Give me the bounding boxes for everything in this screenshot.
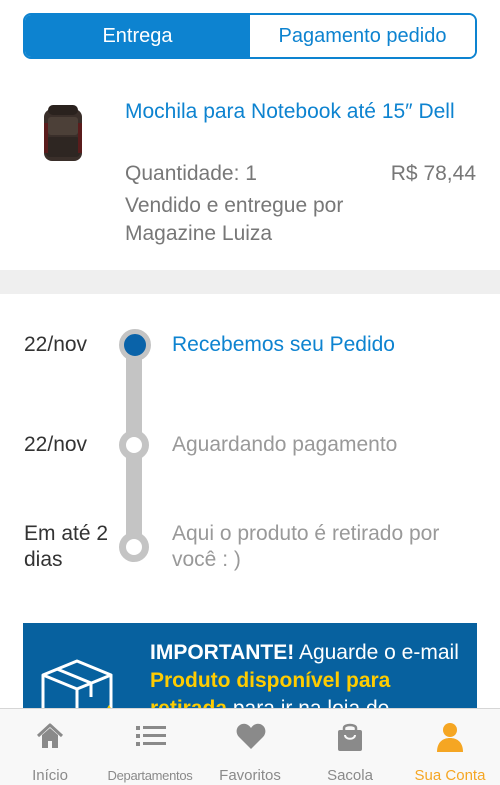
delivery-timeline: 22/nov Recebemos seu Pedido 22/nov Aguar… <box>0 294 500 624</box>
timeline-date: Em até 2 dias <box>24 522 109 571</box>
nav-label: Sua Conta <box>414 767 486 784</box>
bag-icon <box>338 723 362 751</box>
timeline-dot-done <box>119 329 151 361</box>
nav-favoritos[interactable]: Favoritos <box>200 709 300 785</box>
home-icon <box>36 723 64 748</box>
nav-label: Favoritos <box>219 767 281 784</box>
product-thumbnail[interactable] <box>38 103 88 165</box>
timeline-dot-pending <box>119 430 149 460</box>
timeline-date: 22/nov <box>24 433 88 456</box>
list-icon <box>136 726 166 746</box>
tab-pagamento-pedido[interactable]: Pagamento pedido <box>250 15 475 57</box>
order-tabs: Entrega Pagamento pedido <box>23 13 477 59</box>
timeline-date: 22/nov <box>24 333 88 356</box>
nav-sacola[interactable]: Sacola <box>300 709 400 785</box>
product-price: R$ 78,44 <box>390 162 476 185</box>
timeline-dot-pending <box>119 532 149 562</box>
tab-entrega[interactable]: Entrega <box>25 15 250 57</box>
bottom-nav: Início Departamentos Favoritos Sacola Su… <box>0 708 500 785</box>
banner-text-before: Aguarde o e-mail <box>294 641 459 664</box>
banner-important: IMPORTANTE! <box>150 641 295 664</box>
product-seller: Vendido e entregue por Magazine Luiza <box>125 194 344 245</box>
nav-label: Departamentos <box>107 768 193 783</box>
heart-icon <box>236 723 266 749</box>
product-card: Mochila para Notebook até 15″ Dell Quant… <box>0 80 500 270</box>
nav-departamentos[interactable]: Departamentos <box>100 709 200 785</box>
nav-label: Sacola <box>327 767 373 784</box>
timeline-label: Recebemos seu Pedido <box>172 333 395 356</box>
product-quantity: Quantidade: 1 <box>125 162 257 185</box>
nav-label: Início <box>32 767 68 784</box>
important-banner: IMPORTANTE! Aguarde o e-mail Produto dis… <box>23 623 477 713</box>
user-icon <box>437 723 463 752</box>
timeline-label: Aguardando pagamento <box>172 433 398 456</box>
nav-sua-conta[interactable]: Sua Conta <box>400 709 500 785</box>
banner-message: IMPORTANTE! Aguarde o e-mail Produto dis… <box>150 639 470 713</box>
package-icon <box>41 659 114 713</box>
timeline-label: Aqui o produto é retirado por você : ) <box>172 522 440 571</box>
product-name[interactable]: Mochila para Notebook até 15″ Dell <box>125 98 475 126</box>
section-divider <box>0 270 500 294</box>
nav-inicio[interactable]: Início <box>0 709 100 785</box>
